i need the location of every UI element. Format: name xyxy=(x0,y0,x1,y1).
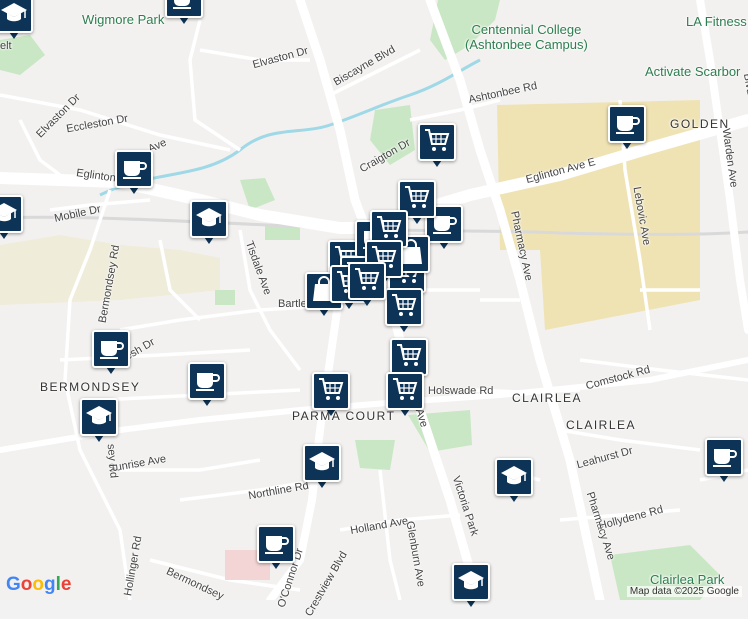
coffee-icon xyxy=(169,0,199,17)
school-marker[interactable] xyxy=(0,195,23,241)
shopping-cart-marker[interactable] xyxy=(418,123,456,169)
shopping-cart-icon xyxy=(352,264,382,299)
coffee-marker[interactable] xyxy=(257,525,295,571)
school-icon xyxy=(0,0,29,32)
school-marker[interactable] xyxy=(80,398,118,444)
shopping-cart-marker[interactable] xyxy=(386,372,424,418)
google-logo: Google xyxy=(6,574,72,595)
coffee-marker[interactable] xyxy=(608,105,646,151)
coffee-icon xyxy=(709,440,739,475)
coffee-marker[interactable] xyxy=(115,150,153,196)
neighbourhood-bermondsey: BERMONDSEY xyxy=(40,380,141,394)
park-label-wigmore: Wigmore Park xyxy=(82,12,165,27)
shopping-cart-icon xyxy=(390,374,420,409)
school-icon xyxy=(499,460,529,495)
coffee-marker[interactable] xyxy=(188,362,226,408)
school-icon xyxy=(194,202,224,237)
shopping-cart-marker[interactable] xyxy=(348,262,386,308)
shopping-cart-marker[interactable] xyxy=(385,288,423,334)
school-marker[interactable] xyxy=(190,200,228,246)
coffee-icon xyxy=(96,332,126,367)
shopping-cart-marker[interactable] xyxy=(312,372,350,418)
map-attribution[interactable]: Map data ©2025 Google xyxy=(626,586,742,597)
poi-label-la-fitness: LA Fitness xyxy=(686,14,747,29)
park-label-clairlea: Clairlea Park xyxy=(650,572,725,587)
coffee-marker[interactable] xyxy=(705,438,743,484)
shopping-cart-icon xyxy=(389,290,419,325)
school-icon xyxy=(84,400,114,435)
school-marker[interactable] xyxy=(303,444,341,490)
school-icon xyxy=(307,446,337,481)
coffee-icon xyxy=(612,107,642,142)
street-label: Holswade Rd xyxy=(428,385,494,397)
school-marker[interactable] xyxy=(452,563,490,609)
coffee-icon xyxy=(192,364,222,399)
school-marker[interactable] xyxy=(0,0,33,41)
neighbourhood-clairlea-2: CLAIRLEA xyxy=(566,418,637,432)
college-label-centennial: Centennial College (Ashtonbee Campus) xyxy=(465,22,588,52)
street-label: elt xyxy=(0,40,12,52)
coffee-marker[interactable] xyxy=(92,330,130,376)
coffee-icon xyxy=(119,152,149,187)
shopping-cart-icon xyxy=(316,374,346,409)
coffee-icon xyxy=(261,527,291,562)
school-marker[interactable] xyxy=(495,458,533,504)
coffee-marker[interactable] xyxy=(165,0,203,26)
school-icon xyxy=(456,565,486,600)
shopping-cart-icon xyxy=(422,125,452,160)
school-icon xyxy=(0,197,19,232)
shopping-cart-icon xyxy=(394,340,424,375)
poi-label-activate: Activate Scarbor xyxy=(645,64,741,79)
neighbourhood-clairlea-1: CLAIRLEA xyxy=(512,391,583,405)
